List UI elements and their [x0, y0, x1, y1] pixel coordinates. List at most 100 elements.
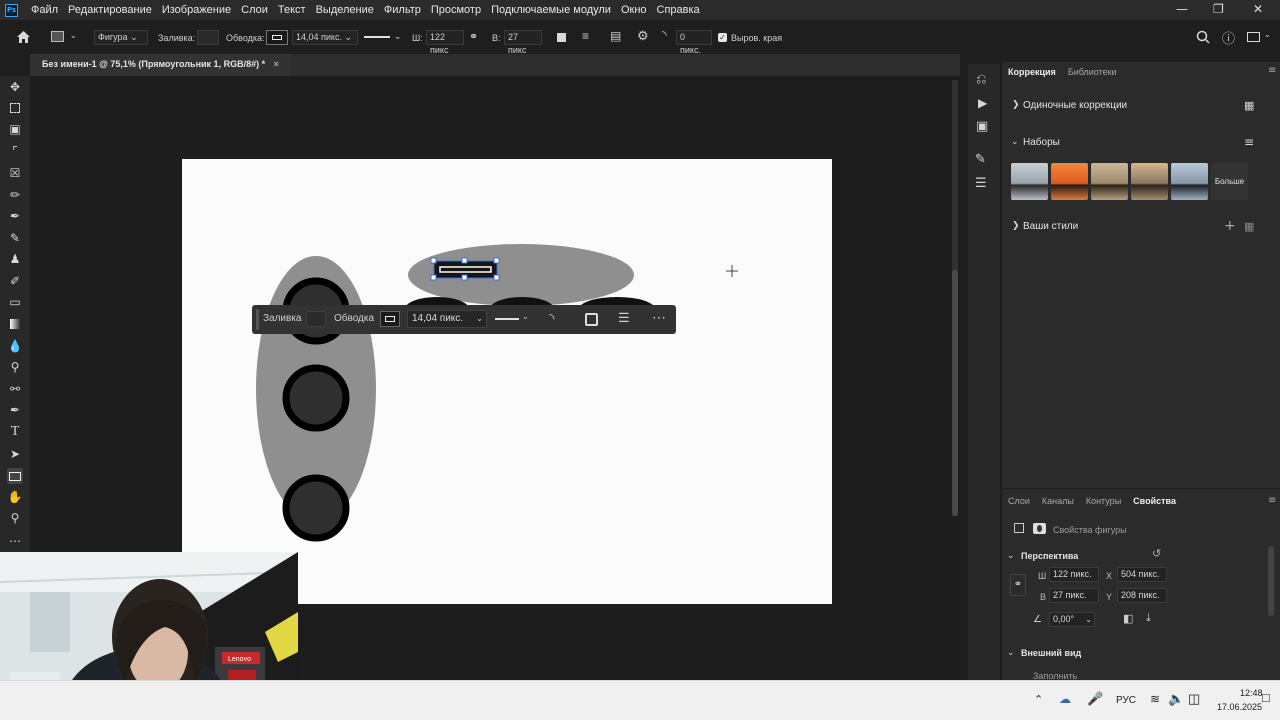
tab-adjustments[interactable]: Коррекция: [1002, 67, 1062, 77]
mask-icon[interactable]: [1033, 523, 1046, 534]
wifi-icon[interactable]: ≋: [1150, 692, 1160, 706]
object-select-tool-icon[interactable]: ▣: [7, 121, 23, 137]
menu-view[interactable]: Просмотр: [426, 4, 486, 16]
document-tab[interactable]: Без имени-1 @ 75,1% (Прямоугольник 1, RG…: [30, 54, 291, 76]
preset-thumbnail-3[interactable]: [1091, 163, 1128, 200]
text-tool-icon[interactable]: T: [7, 424, 23, 440]
y-field[interactable]: 208 пикс.: [1117, 588, 1167, 603]
tab-layers[interactable]: Слои: [1002, 496, 1036, 506]
adjust-sliders-icon[interactable]: ☰: [618, 310, 630, 326]
preset-thumbnail-1[interactable]: [1011, 163, 1048, 200]
context-fill-swatch[interactable]: [306, 311, 326, 327]
healing-brush-tool-icon[interactable]: ✒: [7, 208, 23, 224]
path-alignment-icon[interactable]: ≡: [582, 29, 589, 43]
path-arrangement-icon[interactable]: ▤: [610, 29, 621, 43]
chevron-right-icon[interactable]: ❯: [1012, 100, 1020, 110]
corner-radius-input[interactable]: 0 пикс.: [676, 30, 712, 55]
eraser-tool-icon[interactable]: ▭: [7, 294, 23, 310]
chevron-down-icon[interactable]: ⌄: [1264, 30, 1271, 39]
tab-paths[interactable]: Контуры: [1080, 496, 1127, 506]
properties-scrollbar[interactable]: [1268, 546, 1274, 616]
more-presets-button[interactable]: Больше: [1211, 163, 1248, 200]
preset-thumbnail-4[interactable]: [1131, 163, 1168, 200]
menu-help[interactable]: Справка: [652, 4, 705, 16]
circle-middle[interactable]: [282, 364, 350, 432]
grid-view-icon[interactable]: ▦: [1244, 99, 1254, 112]
menu-text[interactable]: Текст: [273, 4, 311, 16]
history-brush-tool-icon[interactable]: ✐: [7, 273, 23, 289]
crop-tool-icon[interactable]: ⌜: [7, 143, 23, 159]
restore-icon[interactable]: ❐: [1213, 2, 1224, 16]
menu-select[interactable]: Выделение: [311, 4, 379, 16]
preset-thumbnail-2[interactable]: [1051, 163, 1088, 200]
close-icon[interactable]: ✕: [1253, 2, 1263, 16]
more-options-icon[interactable]: ⋯: [652, 309, 667, 326]
preset-thumbnail-5[interactable]: [1171, 163, 1208, 200]
hand-tool-icon[interactable]: ✋: [7, 489, 23, 505]
width-input[interactable]: 122 пикс: [426, 30, 464, 55]
list-view-icon[interactable]: ≡: [1244, 135, 1254, 149]
path-arrange-icon[interactable]: [585, 313, 598, 326]
tab-channels[interactable]: Каналы: [1036, 496, 1080, 506]
chevron-up-icon[interactable]: ⌃: [1034, 693, 1043, 706]
frame-tool-icon[interactable]: ☒: [7, 165, 23, 181]
eyedropper-tool-icon[interactable]: ✏: [7, 187, 23, 203]
width-field[interactable]: 122 пикс.: [1049, 567, 1099, 582]
zoom-tool-icon[interactable]: ⚲: [7, 510, 23, 526]
flip-horizontal-icon[interactable]: ◧: [1123, 612, 1133, 625]
circle-bottom[interactable]: [282, 474, 350, 542]
context-stroke-width-input[interactable]: 14,04 пикс. ⌄: [407, 310, 487, 328]
menu-window[interactable]: Окно: [616, 4, 652, 16]
fill-swatch[interactable]: [197, 30, 219, 45]
path-operations-icon[interactable]: [557, 33, 566, 42]
rectangle-tool-icon[interactable]: [7, 468, 23, 484]
close-tab-icon[interactable]: ×: [274, 59, 279, 69]
appearance-title[interactable]: Внешний вид: [1021, 648, 1081, 658]
tab-properties[interactable]: Свойства: [1127, 496, 1182, 506]
blur-tool-icon[interactable]: 💧: [7, 338, 23, 354]
clock-date[interactable]: 17.06.2025: [1217, 702, 1262, 712]
help-icon[interactable]: ⓘ: [1222, 28, 1235, 47]
menu-image[interactable]: Изображение: [157, 4, 236, 16]
chevron-down-icon[interactable]: ⌄: [1007, 648, 1015, 658]
reset-icon[interactable]: ↺: [1152, 547, 1161, 560]
stroke-swatch[interactable]: [266, 30, 288, 45]
stroke-type-select[interactable]: ⌄: [364, 30, 404, 45]
shape-mode-select[interactable]: Фигура ⌄: [94, 30, 148, 45]
volume-icon[interactable]: 🔈: [1168, 691, 1184, 707]
presets-title[interactable]: Наборы: [1023, 137, 1060, 148]
home-icon[interactable]: [16, 30, 31, 44]
search-icon[interactable]: [1196, 30, 1210, 44]
link-icon[interactable]: ⚭: [469, 30, 478, 43]
dodge-burn-tool-icon[interactable]: ⚯: [7, 381, 23, 397]
minimize-icon[interactable]: —: [1176, 2, 1188, 16]
context-stroke-swatch[interactable]: [380, 311, 400, 327]
notifications-icon[interactable]: □: [1262, 690, 1270, 705]
path-selection-tool-icon[interactable]: ➤: [7, 446, 23, 462]
menu-layers[interactable]: Слои: [236, 4, 273, 16]
height-field[interactable]: 27 пикс.: [1049, 588, 1099, 603]
chevron-right-icon[interactable]: ❯: [1012, 221, 1020, 231]
grid-view-icon[interactable]: ▦: [1244, 220, 1254, 233]
context-stroke-type-select[interactable]: ⌄: [492, 310, 532, 328]
gear-icon[interactable]: ⚙: [637, 28, 649, 44]
move-tool-icon[interactable]: ✥: [7, 79, 23, 95]
cloud-icon[interactable]: ☁: [1059, 692, 1071, 706]
microphone-icon[interactable]: 🎤: [1087, 691, 1103, 707]
chevron-down-icon[interactable]: ⌄: [70, 31, 77, 40]
drag-handle[interactable]: [256, 309, 259, 330]
marquee-tool-icon[interactable]: [7, 100, 23, 116]
dodge-tool-icon[interactable]: ⚲: [7, 359, 23, 375]
workspace-icon[interactable]: [1247, 32, 1260, 42]
menu-plugins[interactable]: Подключаемые модули: [486, 4, 616, 16]
align-edges-checkbox[interactable]: ✓: [718, 33, 727, 42]
corner-radius-icon[interactable]: ◝: [662, 28, 667, 42]
canvas-artwork[interactable]: [182, 159, 832, 604]
corner-radius-icon[interactable]: ◝: [549, 310, 554, 327]
link-icon[interactable]: ⚭: [1010, 574, 1026, 596]
canvas-scrollbar[interactable]: [952, 80, 958, 516]
your-styles-title[interactable]: Ваши стили: [1023, 221, 1078, 232]
single-corrections-title[interactable]: Одиночные коррекции: [1023, 100, 1127, 111]
chevron-down-icon[interactable]: ⌄: [1011, 137, 1019, 147]
clone-stamp-tool-icon[interactable]: ♟: [7, 251, 23, 267]
